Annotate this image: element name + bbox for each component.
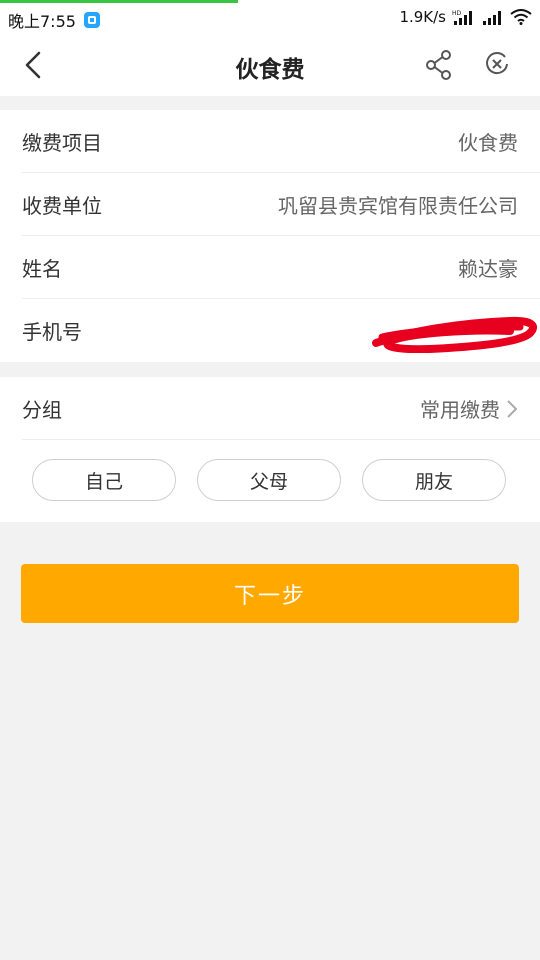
share-icon bbox=[426, 50, 451, 80]
group-section: 分组 常用缴费 自己 父母 朋友 bbox=[0, 377, 540, 522]
wifi-icon bbox=[510, 9, 532, 25]
detail-value: 赖达豪 bbox=[458, 257, 518, 281]
detail-value: 伙食费 bbox=[458, 131, 518, 155]
close-circle-icon bbox=[486, 52, 508, 75]
detail-row-phone: 手机号 bbox=[22, 299, 540, 361]
group-option-friends[interactable]: 朋友 bbox=[362, 459, 506, 501]
group-value[interactable]: 常用缴费 bbox=[420, 394, 518, 423]
group-options: 自己 父母 朋友 bbox=[32, 459, 506, 501]
detail-row-name: 姓名 赖达豪 bbox=[22, 236, 540, 299]
close-button[interactable] bbox=[482, 49, 512, 79]
payment-details: 缴费项目 伙食费 收费单位 巩留县贵宾馆有限责任公司 姓名 赖达豪 手机号 bbox=[0, 110, 540, 362]
group-selected: 常用缴费 bbox=[420, 398, 500, 422]
share-button[interactable] bbox=[424, 48, 454, 82]
detail-label: 收费单位 bbox=[22, 194, 102, 218]
detail-label: 手机号 bbox=[22, 320, 82, 344]
detail-row-item: 缴费项目 伙食费 bbox=[22, 110, 540, 173]
detail-label: 缴费项目 bbox=[22, 131, 102, 155]
next-step-button[interactable]: 下一步 bbox=[21, 564, 519, 623]
status-time: 晚上7:55 bbox=[8, 12, 76, 31]
network-speed: 1.9K/s bbox=[399, 8, 446, 26]
chevron-right-icon bbox=[507, 399, 518, 418]
signal-icon bbox=[482, 9, 504, 25]
status-bar: 晚上7:55 1.9K/s HD bbox=[0, 0, 540, 34]
header: 伙食费 bbox=[0, 34, 540, 96]
group-option-parents[interactable]: 父母 bbox=[197, 459, 341, 501]
group-row[interactable]: 分组 常用缴费 bbox=[22, 377, 540, 440]
network-badge: HD bbox=[452, 10, 462, 17]
redaction-scribble bbox=[372, 316, 537, 353]
page-title: 伙食费 bbox=[235, 57, 305, 83]
detail-label: 姓名 bbox=[22, 257, 62, 281]
detail-value: 巩留县贵宾馆有限责任公司 bbox=[278, 194, 518, 218]
status-right: 1.9K/s HD bbox=[399, 8, 532, 26]
signal-icon: HD bbox=[452, 9, 476, 25]
group-label: 分组 bbox=[22, 398, 62, 422]
page-load-progress bbox=[0, 0, 238, 3]
status-left: 晚上7:55 bbox=[8, 8, 100, 32]
group-option-self[interactable]: 自己 bbox=[32, 459, 176, 501]
app-notification-icon bbox=[83, 12, 100, 28]
detail-row-payee: 收费单位 巩留县贵宾馆有限责任公司 bbox=[22, 173, 540, 236]
